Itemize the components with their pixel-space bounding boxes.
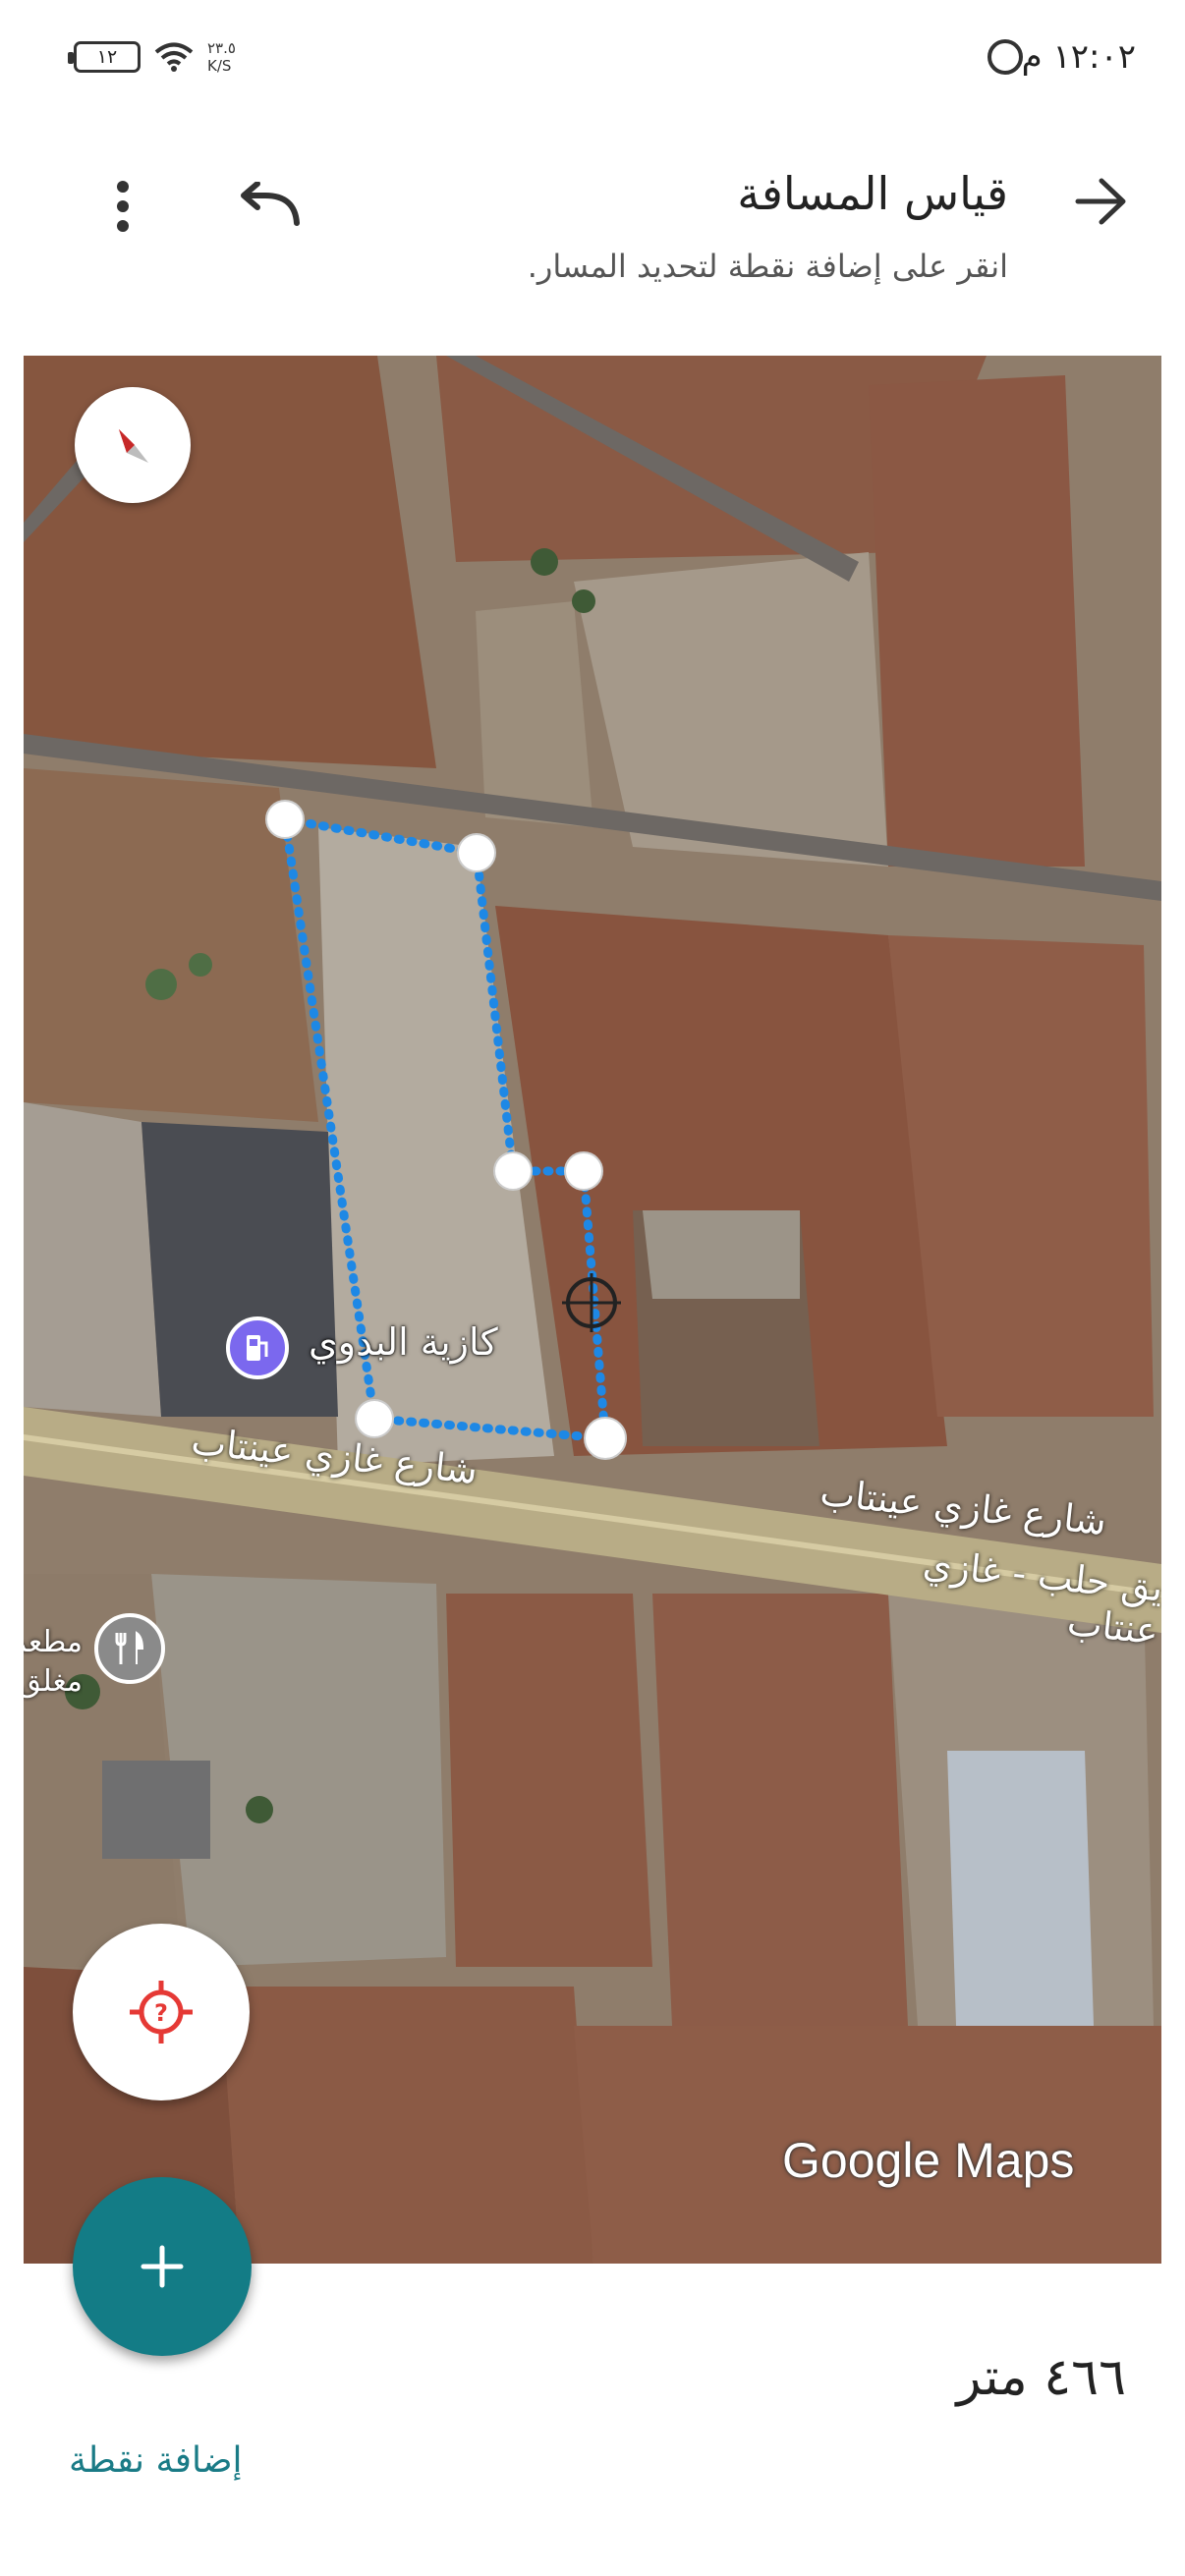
- status-bar: ١٢ ٢٣.٥ K/S ١٢:٠٢ م: [0, 0, 1185, 128]
- page-title: قياس المسافة: [737, 167, 1008, 220]
- compass-button[interactable]: [75, 387, 191, 503]
- wifi-icon: [154, 42, 194, 72]
- gas-station-icon[interactable]: [226, 1316, 289, 1379]
- my-location-button[interactable]: ?: [73, 1924, 250, 2100]
- compass-icon: [119, 429, 148, 463]
- status-time: ١٢:٠٢ م: [1021, 37, 1136, 77]
- arrow-right-icon: [1075, 178, 1126, 225]
- header: قياس المسافة انقر على إضافة نقطة لتحديد …: [0, 128, 1185, 354]
- battery-level: ١٢: [96, 46, 118, 68]
- status-indicators: ١٢ ٢٣.٥ K/S: [68, 39, 236, 75]
- more-options-button[interactable]: [98, 172, 147, 241]
- network-speed: ٢٣.٥ K/S: [207, 39, 236, 75]
- whatsapp-icon: [988, 39, 1023, 75]
- add-point-button[interactable]: إضافة نقطة: [69, 2440, 243, 2481]
- location-target-icon: ?: [130, 1981, 193, 2044]
- google-maps-logo: Google Maps: [782, 2133, 1075, 2188]
- undo-button[interactable]: [231, 172, 310, 241]
- add-point-fab[interactable]: [73, 2177, 252, 2356]
- svg-text:?: ?: [154, 1999, 168, 2027]
- page-subtitle: انقر على إضافة نقطة لتحديد المسار.: [527, 248, 1008, 285]
- battery-icon: ١٢: [68, 41, 141, 73]
- network-speed-value: ٢٣.٥: [207, 39, 236, 57]
- restaurant-label: مطعم مغلق: [24, 1625, 83, 1699]
- map-view[interactable]: كازية البدوي شارع غازي عينتاب شارع غازي …: [24, 356, 1161, 2264]
- plus-icon: [141, 2245, 184, 2288]
- back-button[interactable]: [1067, 167, 1136, 236]
- undo-icon: [241, 182, 300, 226]
- measured-distance: ٤٦٦ متر: [956, 2348, 1126, 2407]
- network-speed-unit: K/S: [207, 57, 232, 75]
- restaurant-icon[interactable]: [94, 1613, 165, 1684]
- poi-label: كازية البدوي: [309, 1320, 498, 1364]
